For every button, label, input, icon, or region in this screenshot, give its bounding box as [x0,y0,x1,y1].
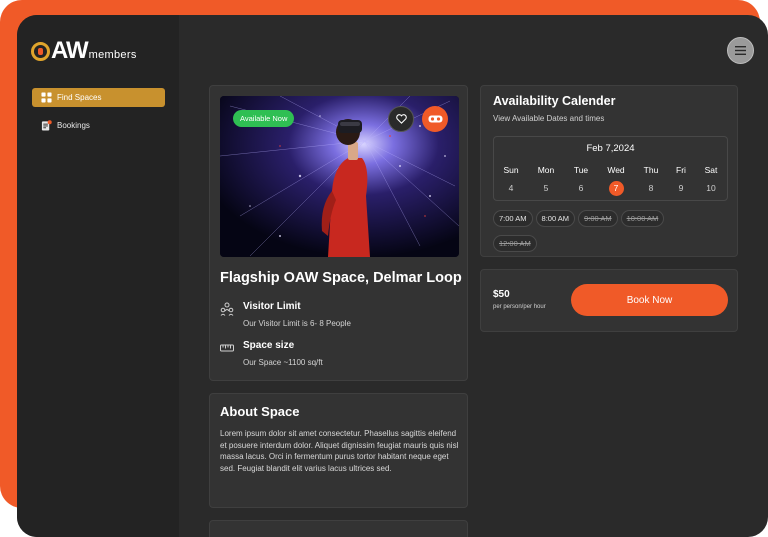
booking-card: $50 per person/per hour Book Now [480,269,738,332]
time-slot[interactable]: 8:00 AM [535,210,576,227]
day-number: 9 [678,183,684,193]
about-body: Lorem ipsum dolor sit amet consectetur. … [220,429,459,473]
time-slot-unavailable: 10:00 AM [620,210,665,227]
time-slots: 7:00 AM 8:00 AM 9:00 AM 10:00 AM 12:00 AM [493,208,728,258]
time-slot-unavailable: 9:00 AM [578,210,618,227]
day-number: 6 [578,183,584,193]
grid-icon [41,92,52,103]
bookings-icon [41,120,52,131]
sidebar-nav: Find Spaces Bookings [32,88,165,144]
space-card: Available Now Flagship OAW Space, Delmar… [209,85,468,381]
day-name: Sat [704,165,718,175]
day-name: Fri [676,165,686,175]
price-unit: per person/per hour [493,304,546,310]
hamburger-menu-icon [735,46,746,55]
logo-o-icon [31,41,50,61]
calendar: Feb 7,2024 Sun 4 Mon 5 Tue 6 Wed 7 Thu 8 [493,136,728,201]
day-name: Sun [503,165,519,175]
day-number: 7 [608,181,624,196]
ruler-icon [220,344,234,352]
about-card: About Space Lorem ipsum dolor sit amet c… [209,393,468,508]
logo-suffix: members [88,49,137,61]
availability-subtitle: View Available Dates and times [493,114,605,123]
sidebar-item-label: Find Spaces [57,93,102,102]
calendar-day[interactable]: Mon 5 [531,165,561,196]
day-name: Wed [607,165,625,175]
space-title: Flagship OAW Space, Delmar Loop [220,270,462,286]
calendar-day[interactable]: Sun 4 [496,165,526,196]
sidebar-item-label: Bookings [57,121,90,130]
heart-icon [395,114,407,124]
sidebar-item-bookings[interactable]: Bookings [32,116,165,135]
book-now-button[interactable]: Book Now [571,284,728,316]
calendar-day[interactable]: Fri 9 [666,165,696,196]
calendar-day[interactable]: Thu 8 [636,165,666,196]
logo-mark: AW [31,37,89,64]
time-slot-unavailable: 12:00 AM [493,235,537,252]
day-number: 4 [508,183,514,193]
feature-name: Space size [243,340,295,351]
calendar-date: Feb 7,2024 [586,143,635,154]
day-name: Mon [537,165,555,175]
day-number: 5 [543,183,549,193]
logo-letters: AW [51,37,89,64]
price: $50 [493,289,510,300]
feature-space-size: Space size Our Space ~1100 sq/ft [220,340,323,367]
feature-desc: Our Visitor Limit is 6- 8 People [243,319,351,328]
day-name: Thu [643,165,659,175]
menu-button[interactable] [727,37,754,64]
calendar-day[interactable]: Tue 6 [566,165,596,196]
day-number: 8 [648,183,654,193]
sidebar-item-find-spaces[interactable]: Find Spaces [32,88,165,107]
day-number: 10 [706,183,716,193]
availability-card: Availability Calender View Available Dat… [480,85,738,257]
brand-logo[interactable]: AW members [31,39,137,63]
day-name: Tue [573,165,589,175]
sidebar: AW members Find Spaces Bookings [17,15,179,537]
favorite-button[interactable] [388,106,414,132]
feature-visitor-limit: Visitor Limit Our Visitor Limit is 6- 8 … [220,301,351,328]
app-window: AW members Find Spaces Bookings Availabl… [17,15,768,537]
people-icon [220,302,234,316]
time-slot[interactable]: 7:00 AM [493,210,533,227]
feature-desc: Our Space ~1100 sq/ft [243,358,323,367]
availability-title: Availability Calender [493,94,616,108]
vr-headset-icon [428,115,442,123]
space-image: Available Now [220,96,459,257]
feature-name: Visitor Limit [243,301,301,312]
next-card [209,520,468,537]
calendar-day-selected[interactable]: Wed 7 [601,165,631,196]
calendar-day[interactable]: Sat 10 [696,165,726,196]
availability-badge: Available Now [233,110,295,127]
share-button[interactable] [422,106,448,132]
about-title: About Space [220,404,300,419]
